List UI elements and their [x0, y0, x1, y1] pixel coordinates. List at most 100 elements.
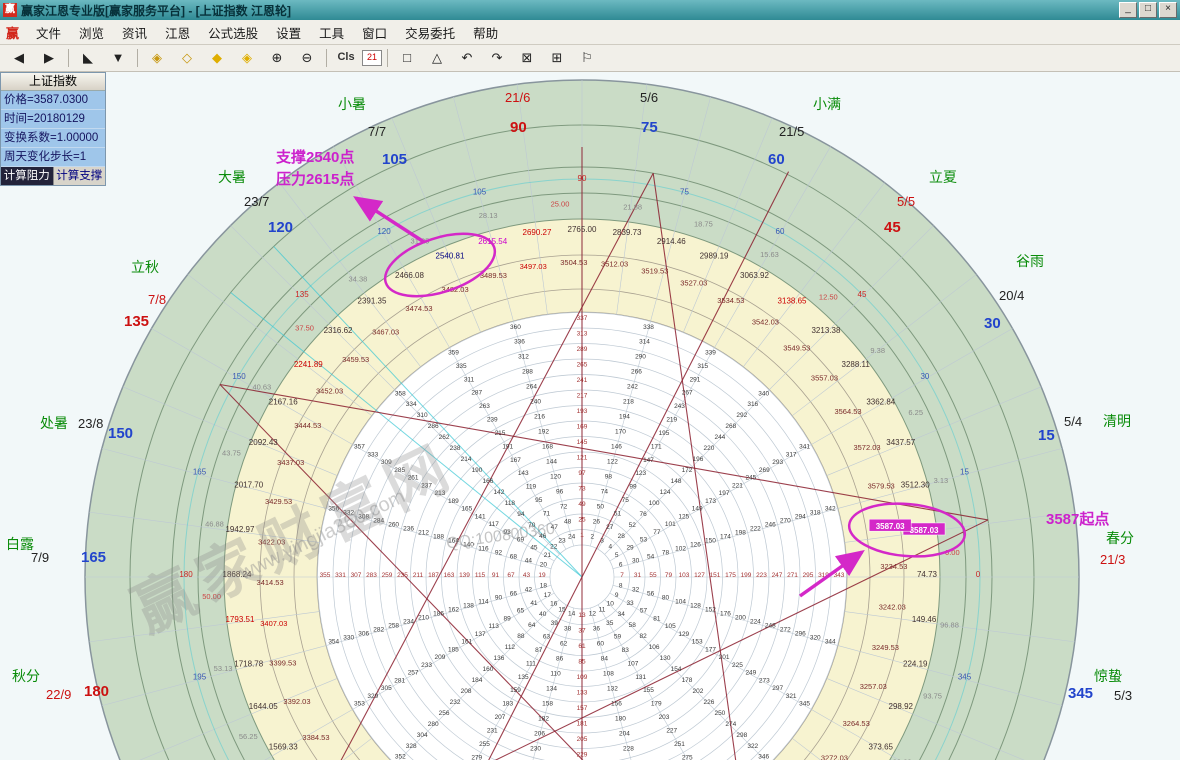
menu-item-文件[interactable]: 文件: [27, 20, 70, 45]
svg-text:106: 106: [649, 644, 660, 651]
svg-text:2540.81: 2540.81: [436, 251, 465, 260]
svg-text:66: 66: [510, 590, 518, 597]
svg-text:93.75: 93.75: [923, 691, 942, 700]
cls-button[interactable]: Cls: [332, 47, 360, 69]
svg-text:291: 291: [690, 376, 701, 383]
calc-support-button[interactable]: 计算支撑: [53, 167, 106, 185]
restore-button[interactable]: □: [1139, 2, 1157, 18]
rect-tool[interactable]: □: [393, 47, 421, 69]
svg-text:73: 73: [578, 486, 586, 493]
svg-text:305: 305: [381, 685, 392, 692]
param-step: 周天变化步长=1: [1, 148, 105, 167]
svg-text:158: 158: [542, 700, 553, 707]
svg-text:115: 115: [475, 572, 486, 579]
svg-text:85: 85: [578, 659, 586, 666]
svg-text:218: 218: [623, 399, 634, 406]
svg-text:232: 232: [450, 699, 461, 706]
svg-text:72: 72: [560, 503, 568, 510]
back-button[interactable]: ◀: [5, 47, 33, 69]
forward-button[interactable]: ▶: [35, 47, 63, 69]
svg-text:80: 80: [662, 594, 670, 601]
svg-text:3467.03: 3467.03: [372, 328, 399, 337]
svg-text:37.50: 37.50: [295, 324, 314, 333]
svg-text:121: 121: [577, 455, 588, 462]
svg-text:263: 263: [479, 403, 490, 410]
flag-tool[interactable]: ⚐: [573, 47, 601, 69]
title-bar[interactable]: 赢 赢家江恩专业版[赢家服务平台] - [上证指数 江恩轮] _□×: [0, 0, 1180, 20]
gann-box-tool[interactable]: ◇: [173, 47, 201, 69]
svg-text:152: 152: [705, 606, 716, 613]
svg-text:161: 161: [461, 639, 472, 646]
svg-text:172: 172: [682, 467, 693, 474]
calendar-button[interactable]: 21: [362, 50, 382, 66]
minimize-button[interactable]: _: [1119, 2, 1137, 18]
svg-text:318: 318: [810, 509, 821, 516]
svg-text:116: 116: [478, 546, 489, 553]
delete-tool[interactable]: ⊠: [513, 47, 541, 69]
arc-left-tool[interactable]: ↶: [453, 47, 481, 69]
outer-label: 5/4: [1064, 414, 1082, 429]
gann-wheel-canvas[interactable]: 1234567891011121314151617181920212223242…: [0, 72, 1180, 760]
svg-text:3264.53: 3264.53: [843, 719, 870, 728]
svg-text:359: 359: [448, 349, 459, 356]
chart-canvas[interactable]: 1234567891011121314151617181920212223242…: [0, 72, 1180, 760]
menu-item-江恩[interactable]: 江恩: [156, 20, 199, 45]
pointer-tool[interactable]: ◣: [74, 47, 102, 69]
svg-text:37: 37: [578, 628, 586, 635]
calc-resistance-button[interactable]: 计算阻力: [1, 167, 53, 185]
svg-text:234: 234: [403, 618, 414, 625]
outer-label: 30: [984, 315, 1001, 332]
outer-label: 120: [268, 219, 293, 236]
svg-text:16: 16: [550, 600, 558, 607]
svg-text:168: 168: [542, 444, 553, 451]
menu-item-工具[interactable]: 工具: [310, 20, 353, 45]
toolbar-separator: [137, 49, 138, 67]
svg-text:60: 60: [776, 227, 785, 236]
svg-text:3.13: 3.13: [934, 476, 949, 485]
zoom-out-button[interactable]: ⊖: [293, 47, 321, 69]
svg-text:17: 17: [544, 592, 552, 599]
svg-text:62: 62: [560, 641, 568, 648]
svg-text:105: 105: [473, 187, 487, 196]
gann-fan-tool[interactable]: ◈: [233, 47, 261, 69]
svg-text:248: 248: [765, 622, 776, 629]
crosshair-tool[interactable]: ⊞: [543, 47, 571, 69]
svg-text:267: 267: [682, 390, 693, 397]
svg-text:110: 110: [550, 671, 561, 678]
triangle-tool[interactable]: △: [423, 47, 451, 69]
close-button[interactable]: ×: [1159, 2, 1177, 18]
svg-text:30: 30: [920, 372, 929, 381]
gann-wheel-tool[interactable]: ◈: [143, 47, 171, 69]
svg-text:3429.53: 3429.53: [265, 497, 292, 506]
param-factor: 变换系数=1.00000: [1, 129, 105, 148]
svg-text:346: 346: [758, 754, 769, 760]
menu-item-浏览[interactable]: 浏览: [70, 20, 113, 45]
svg-text:88: 88: [517, 633, 525, 640]
svg-text:165: 165: [193, 468, 207, 477]
brand-logo-icon[interactable]: 赢: [4, 23, 27, 42]
svg-text:9.38: 9.38: [870, 346, 885, 355]
outer-label: 小暑: [338, 96, 366, 112]
svg-text:89: 89: [503, 615, 511, 622]
svg-text:201: 201: [719, 654, 730, 661]
svg-text:58: 58: [629, 622, 637, 629]
svg-text:144: 144: [546, 459, 557, 466]
svg-text:124: 124: [660, 489, 671, 496]
arc-right-tool[interactable]: ↷: [483, 47, 511, 69]
svg-text:3534.53: 3534.53: [717, 296, 744, 305]
menu-item-公式选股[interactable]: 公式选股: [199, 20, 267, 45]
menu-item-设置[interactable]: 设置: [267, 20, 310, 45]
mark-tool[interactable]: ▼: [104, 47, 132, 69]
zoom-in-button[interactable]: ⊕: [263, 47, 291, 69]
svg-text:7: 7: [620, 572, 624, 579]
svg-text:35: 35: [606, 620, 614, 627]
menu-item-窗口[interactable]: 窗口: [353, 20, 396, 45]
menu-item-交易委托[interactable]: 交易委托: [396, 20, 464, 45]
svg-text:249: 249: [745, 670, 756, 677]
outer-label: 23/8: [78, 416, 103, 431]
svg-text:127: 127: [694, 572, 705, 579]
menu-item-资讯[interactable]: 资讯: [113, 20, 156, 45]
menu-item-帮助[interactable]: 帮助: [464, 20, 507, 45]
panel-title: 上证指数: [1, 73, 105, 91]
gann-square-tool[interactable]: ◆: [203, 47, 231, 69]
